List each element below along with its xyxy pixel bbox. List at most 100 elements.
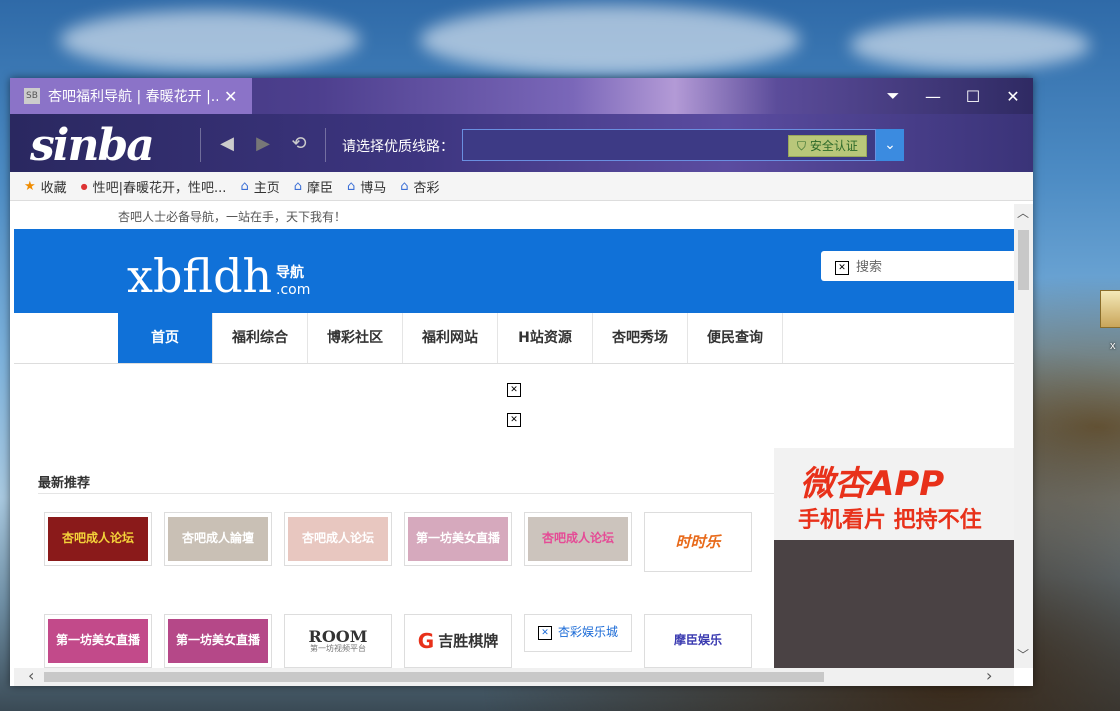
vertical-scrollbar[interactable]: ︿ ﹀ — [1014, 204, 1033, 668]
scroll-down-icon[interactable]: ﹀ — [1017, 646, 1029, 663]
toolbar-divider — [200, 128, 201, 162]
scroll-up-icon[interactable]: ︿ — [1017, 204, 1029, 221]
nav-item-home[interactable]: 首页 — [118, 313, 213, 363]
ad-tile[interactable]: 摩臣娱乐 — [644, 614, 752, 668]
bookmark-label: 性吧|春暖花开，性吧... — [92, 180, 227, 196]
tab-title: 杏吧福利导航 | 春暖花开 |... — [48, 89, 218, 105]
ad-tile-label: 杏吧成人论坛 — [528, 517, 628, 561]
secure-badge[interactable]: ⛉ 安全认证 — [788, 135, 867, 157]
desktop-file-icon[interactable] — [1100, 290, 1120, 328]
bookmark-label: 收藏 — [40, 180, 67, 196]
ad-tile[interactable]: 第一坊美女直播 — [44, 614, 152, 668]
ad-tile-label: 杏吧成人論壇 — [168, 517, 268, 561]
route-label: 请选择优质线路： — [342, 139, 454, 155]
secure-label: 安全认证 — [809, 139, 858, 153]
ad-tile-label: G 吉胜棋牌 — [408, 619, 508, 663]
vertical-scroll-thumb[interactable] — [1018, 230, 1029, 290]
bookmark-label: 主页 — [253, 180, 280, 196]
ad-tile[interactable]: 杏吧成人论坛 — [524, 512, 632, 566]
menu-dropdown-icon[interactable]: ⏷ — [873, 78, 913, 114]
section-title: 最新推荐 — [38, 476, 91, 491]
tab-close-icon[interactable]: ✕ — [224, 87, 237, 106]
ad-tile[interactable]: 杏吧成人論壇 — [164, 512, 272, 566]
home-icon: ⌂ — [240, 178, 249, 194]
nav-item[interactable]: 便民查询 — [688, 313, 783, 363]
bookmark-label: 摩臣 — [306, 180, 333, 196]
scroll-left-icon[interactable]: ‹ — [28, 666, 34, 685]
site-header: xbfldh 导航 .com ✕ 搜索 — [14, 229, 1014, 313]
ad-tile-label: ✕ 杏彩娱乐城 — [528, 618, 628, 648]
brand-name: 杏彩娱乐城 — [557, 625, 618, 640]
ad-tile[interactable]: 第一坊美女直播 — [404, 512, 512, 566]
scroll-right-icon[interactable]: › — [986, 666, 992, 685]
ad-tile[interactable]: 杏吧成人论坛 — [44, 512, 152, 566]
site-logo-domain: .com — [276, 282, 311, 298]
app-advertisement[interactable]: 微杏APP 手机看片 把持不住 — [774, 448, 1014, 544]
broken-image-icon: ✕ — [835, 261, 849, 275]
search-placeholder: 搜索 — [856, 260, 883, 275]
ad-tile-room: ROOM 第一坊视频平台 — [288, 619, 388, 663]
forward-button[interactable]: ▶ — [250, 130, 276, 156]
bookmark-item[interactable]: ⌂ 杏彩 — [400, 177, 439, 196]
back-button[interactable]: ◀ — [214, 130, 240, 156]
nav-item[interactable]: 博彩社区 — [308, 313, 403, 363]
refresh-button[interactable]: ⟲ — [286, 130, 312, 156]
cloud — [420, 5, 800, 75]
bookmark-item[interactable]: ● 性吧|春暖花开，性吧... — [81, 177, 227, 196]
browser-logo: sinba — [30, 120, 155, 171]
ad-tile-label: 第一坊美女直播 — [168, 619, 268, 663]
cloud — [60, 10, 360, 70]
ad-tile[interactable]: 第一坊美女直播 — [164, 614, 272, 668]
section-divider — [38, 493, 778, 494]
horizontal-scrollbar[interactable]: ‹ › — [14, 666, 1014, 686]
bookmark-item[interactable]: ⌂ 博马 — [347, 177, 386, 196]
ad-tile[interactable]: ROOM 第一坊视频平台 — [284, 614, 392, 668]
ad-tile-label: 时时乐 — [648, 520, 748, 564]
nav-item[interactable]: H站资源 — [498, 313, 593, 363]
ad-tile[interactable]: ✕ 杏彩娱乐城 — [524, 614, 632, 652]
nav-item[interactable]: 福利综合 — [213, 313, 308, 363]
page-slogan: 杏吧人士必备导航，一站在手，天下我有！ — [118, 210, 347, 224]
ad-tile[interactable]: 杏吧成人论坛 — [284, 512, 392, 566]
room-title: ROOM — [308, 626, 368, 646]
bookmark-item[interactable]: ⌂ 主页 — [240, 177, 279, 196]
ad-tile-label: 第一坊美女直播 — [48, 619, 148, 663]
nav-item[interactable]: 杏吧秀场 — [593, 313, 688, 363]
bookmark-label: 博马 — [360, 180, 387, 196]
toolbar: sinba ◀ ▶ ⟲ 请选择优质线路： ⛉ 安全认证 ⌄ — [10, 114, 1033, 172]
home-icon: ⌂ — [347, 178, 356, 194]
bookmark-label: 杏彩 — [413, 180, 440, 196]
video-advertisement[interactable] — [774, 540, 1014, 668]
bookmark-item[interactable]: ⌂ 摩臣 — [294, 177, 333, 196]
toolbar-divider — [325, 128, 326, 162]
site-nav: 首页 福利综合 博彩社区 福利网站 H站资源 杏吧秀场 便民查询 — [14, 313, 1014, 364]
logo-icon: G — [417, 629, 435, 653]
broken-image-icon: ✕ — [507, 413, 521, 427]
shield-icon: ⛉ — [797, 139, 810, 153]
desktop-icon-label: x — [1110, 340, 1116, 352]
title-bar: SB 杏吧福利导航 | 春暖花开 |... ✕ ⏷ — ☐ ✕ — [10, 78, 1033, 114]
bookmark-favorites[interactable]: ★ 收藏 — [24, 177, 67, 196]
minimize-button[interactable]: — — [913, 78, 953, 114]
maximize-button[interactable]: ☐ — [953, 78, 993, 114]
home-icon: ⌂ — [293, 178, 302, 194]
route-dropdown-button[interactable]: ⌄ — [876, 129, 904, 161]
horizontal-scroll-thumb[interactable] — [44, 672, 824, 682]
ad-tile[interactable]: 时时乐 — [644, 512, 752, 572]
close-button[interactable]: ✕ — [993, 78, 1033, 114]
ad-tile-label: 杏吧成人论坛 — [48, 517, 148, 561]
search-input[interactable]: ✕ 搜索 — [821, 251, 1014, 281]
brand-name: 吉胜棋牌 — [438, 631, 499, 650]
tab-active[interactable]: SB 杏吧福利导航 | 春暖花开 |... ✕ — [10, 78, 252, 114]
bookmarks-bar: ★ 收藏 ● 性吧|春暖花开，性吧... ⌂ 主页 ⌂ 摩臣 ⌂ 博马 ⌂ 杏彩 — [10, 172, 1033, 201]
ad-tile-label: 第一坊美女直播 — [408, 517, 508, 561]
broken-image-icon: ✕ — [507, 383, 521, 397]
broken-image-icon: ✕ — [537, 626, 552, 640]
site-logo-sub: 导航 — [276, 265, 304, 281]
ad-tile[interactable]: G 吉胜棋牌 — [404, 614, 512, 668]
nav-item[interactable]: 福利网站 — [403, 313, 498, 363]
site-logo[interactable]: xbfldh — [127, 249, 272, 303]
site-favicon-icon: ● — [80, 181, 88, 191]
home-icon: ⌂ — [400, 178, 409, 194]
room-subtitle: 第一坊视频平台 — [310, 644, 366, 654]
